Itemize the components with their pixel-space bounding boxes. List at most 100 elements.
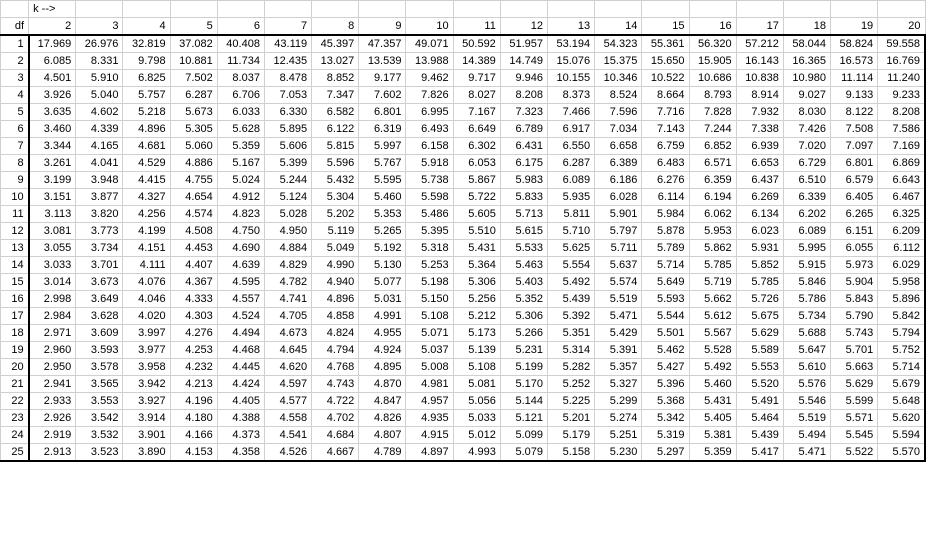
table-cell: 5.121 [500, 410, 547, 427]
table-cell: 4.508 [170, 223, 217, 240]
table-cell: 14.749 [500, 53, 547, 70]
table-cell: 15.076 [547, 53, 594, 70]
table-cell: 3.113 [29, 206, 76, 223]
table-cell: 4.789 [359, 444, 406, 462]
table-cell: 5.150 [406, 291, 453, 308]
table-cell: 5.554 [547, 257, 594, 274]
table-cell: 5.599 [831, 393, 878, 410]
table-cell: 3.055 [29, 240, 76, 257]
table-cell: 11.240 [878, 70, 925, 87]
table-cell: 4.990 [312, 257, 359, 274]
table-cell: 4.558 [264, 410, 311, 427]
table-cell: 5.173 [453, 325, 500, 342]
table-cell: 6.389 [595, 155, 642, 172]
table-cell: 5.931 [736, 240, 783, 257]
table-cell: 5.833 [500, 189, 547, 206]
k-header: 20 [878, 18, 925, 36]
table-cell: 4.494 [217, 325, 264, 342]
blank-cell [736, 1, 783, 18]
table-cell: 6.302 [453, 138, 500, 155]
table-cell: 6.339 [783, 189, 830, 206]
table-cell: 5.252 [547, 376, 594, 393]
table-cell: 3.948 [76, 172, 123, 189]
table-cell: 8.208 [500, 87, 547, 104]
table-cell: 5.519 [595, 291, 642, 308]
table-cell: 5.726 [736, 291, 783, 308]
table-cell: 4.213 [170, 376, 217, 393]
table-cell: 5.266 [500, 325, 547, 342]
table-cell: 5.396 [642, 376, 689, 393]
table-cell: 2.913 [29, 444, 76, 462]
table-cell: 4.755 [170, 172, 217, 189]
table-cell: 2.919 [29, 427, 76, 444]
table-cell: 5.842 [878, 308, 925, 325]
table-cell: 3.997 [123, 325, 170, 342]
table-cell: 7.426 [783, 121, 830, 138]
table-cell: 5.544 [642, 308, 689, 325]
table-cell: 6.029 [878, 257, 925, 274]
table-cell: 6.175 [500, 155, 547, 172]
table-cell: 4.253 [170, 342, 217, 359]
table-cell: 5.673 [170, 104, 217, 121]
df-header: 3 [1, 70, 29, 87]
table-cell: 4.276 [170, 325, 217, 342]
table-cell: 4.196 [170, 393, 217, 410]
table-cell: 4.940 [312, 274, 359, 291]
table-cell: 4.468 [217, 342, 264, 359]
table-cell: 5.628 [217, 121, 264, 138]
table-cell: 6.852 [689, 138, 736, 155]
table-cell: 16.365 [783, 53, 830, 70]
table-cell: 5.253 [406, 257, 453, 274]
k-header: 3 [76, 18, 123, 36]
table-cell: 8.664 [642, 87, 689, 104]
df-header: 16 [1, 291, 29, 308]
table-cell: 5.491 [736, 393, 783, 410]
table-cell: 6.706 [217, 87, 264, 104]
table-cell: 5.460 [689, 376, 736, 393]
df-header: 12 [1, 223, 29, 240]
blank-cell [878, 1, 925, 18]
table-cell: 4.957 [406, 393, 453, 410]
table-cell: 6.510 [783, 172, 830, 189]
table-cell: 7.169 [878, 138, 925, 155]
df-header: 17 [1, 308, 29, 325]
table-cell: 6.089 [783, 223, 830, 240]
df-header: 20 [1, 359, 29, 376]
table-cell: 5.973 [831, 257, 878, 274]
table-cell: 12.435 [264, 53, 311, 70]
table-cell: 5.714 [642, 257, 689, 274]
df-header: 13 [1, 240, 29, 257]
blank-cell [500, 1, 547, 18]
table-cell: 6.431 [500, 138, 547, 155]
table-cell: 5.231 [500, 342, 547, 359]
table-cell: 5.033 [453, 410, 500, 427]
table-cell: 5.282 [547, 359, 594, 376]
table-cell: 5.752 [878, 342, 925, 359]
table-cell: 5.486 [406, 206, 453, 223]
table-cell: 5.008 [406, 359, 453, 376]
blank-cell [689, 1, 736, 18]
table-cell: 6.325 [878, 206, 925, 223]
table-cell: 3.820 [76, 206, 123, 223]
table-cell: 6.028 [595, 189, 642, 206]
table-cell: 5.738 [406, 172, 453, 189]
table-cell: 6.571 [689, 155, 736, 172]
table-cell: 5.576 [783, 376, 830, 393]
table-cell: 3.344 [29, 138, 76, 155]
blank-cell [264, 1, 311, 18]
table-cell: 6.053 [453, 155, 500, 172]
table-cell: 6.112 [878, 240, 925, 257]
table-cell: 5.846 [783, 274, 830, 291]
table-cell: 5.403 [500, 274, 547, 291]
table-cell: 5.463 [500, 257, 547, 274]
k-header: 15 [642, 18, 689, 36]
table-cell: 5.862 [689, 240, 736, 257]
table-cell: 6.869 [878, 155, 925, 172]
table-cell: 4.501 [29, 70, 76, 87]
table-cell: 5.431 [453, 240, 500, 257]
table-cell: 8.524 [595, 87, 642, 104]
table-cell: 50.592 [453, 35, 500, 53]
table-cell: 4.541 [264, 427, 311, 444]
df-header: 22 [1, 393, 29, 410]
table-cell: 5.522 [831, 444, 878, 462]
